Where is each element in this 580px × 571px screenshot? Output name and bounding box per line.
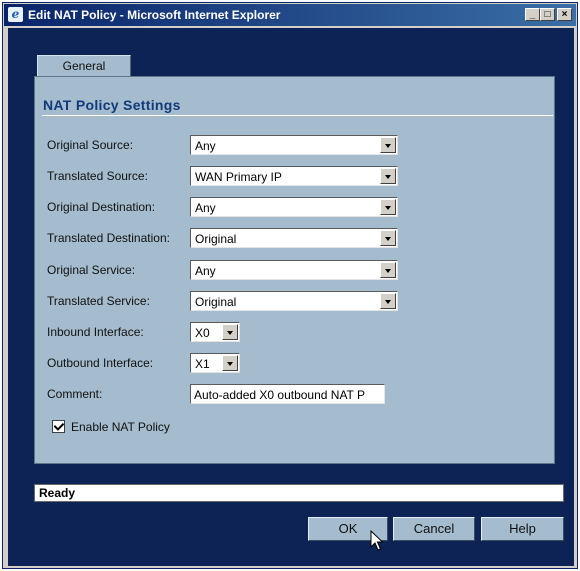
translated-source-value: WAN Primary IP [195, 170, 282, 184]
original-source-value: Any [195, 139, 216, 153]
translated-source-select[interactable]: WAN Primary IP [190, 166, 398, 186]
translated-destination-value: Original [195, 232, 237, 246]
chevron-down-icon[interactable] [380, 293, 396, 309]
outbound-interface-value: X1 [195, 357, 210, 371]
minimize-button[interactable]: _ [525, 8, 540, 21]
window-title: Edit NAT Policy - Microsoft Internet Exp… [28, 8, 281, 22]
help-button[interactable]: Help [481, 517, 564, 541]
original-service-label: Original Service: [47, 263, 136, 277]
original-destination-value: Any [195, 201, 216, 215]
chevron-down-icon[interactable] [222, 324, 238, 340]
chevron-down-icon[interactable] [380, 137, 396, 153]
translated-service-select[interactable]: Original [190, 291, 398, 311]
outbound-interface-label: Outbound Interface: [47, 356, 154, 370]
original-source-select[interactable]: Any [190, 135, 398, 155]
section-divider [42, 115, 553, 116]
inbound-interface-label: Inbound Interface: [47, 325, 144, 339]
internet-explorer-icon: e [8, 7, 23, 22]
enable-nat-policy-label: Enable NAT Policy [71, 420, 170, 434]
inbound-interface-select[interactable]: X0 [190, 322, 240, 342]
title-bar[interactable]: e Edit NAT Policy - Microsoft Internet E… [4, 4, 576, 26]
original-service-select[interactable]: Any [190, 260, 398, 280]
translated-source-label: Translated Source: [47, 169, 148, 183]
dialog-window: e Edit NAT Policy - Microsoft Internet E… [2, 2, 578, 569]
chevron-down-icon[interactable] [380, 168, 396, 184]
inbound-interface-value: X0 [195, 326, 210, 340]
original-destination-label: Original Destination: [47, 200, 156, 214]
dialog-client-area: General NAT Policy Settings Original Sou… [8, 28, 574, 566]
comment-label: Comment: [47, 387, 103, 401]
original-destination-select[interactable]: Any [190, 197, 398, 217]
outbound-interface-select[interactable]: X1 [190, 353, 240, 373]
comment-input[interactable]: Auto-added X0 outbound NAT P [190, 384, 385, 404]
translated-destination-label: Translated Destination: [47, 231, 170, 245]
mouse-cursor-icon [370, 530, 384, 551]
translated-service-label: Translated Service: [47, 294, 150, 308]
original-service-value: Any [195, 264, 216, 278]
cancel-button[interactable]: Cancel [393, 517, 475, 541]
enable-nat-policy-checkbox[interactable] [52, 420, 65, 433]
tab-general[interactable]: General [37, 55, 131, 77]
chevron-down-icon[interactable] [380, 262, 396, 278]
close-button[interactable]: × [557, 8, 572, 21]
original-source-label: Original Source: [47, 138, 134, 152]
chevron-down-icon[interactable] [380, 230, 396, 246]
status-bar: Ready [34, 484, 564, 502]
translated-service-value: Original [195, 295, 237, 309]
chevron-down-icon[interactable] [222, 355, 238, 371]
chevron-down-icon[interactable] [380, 199, 396, 215]
maximize-button[interactable]: □ [540, 8, 555, 21]
translated-destination-select[interactable]: Original [190, 228, 398, 248]
section-title: NAT Policy Settings [43, 97, 181, 113]
